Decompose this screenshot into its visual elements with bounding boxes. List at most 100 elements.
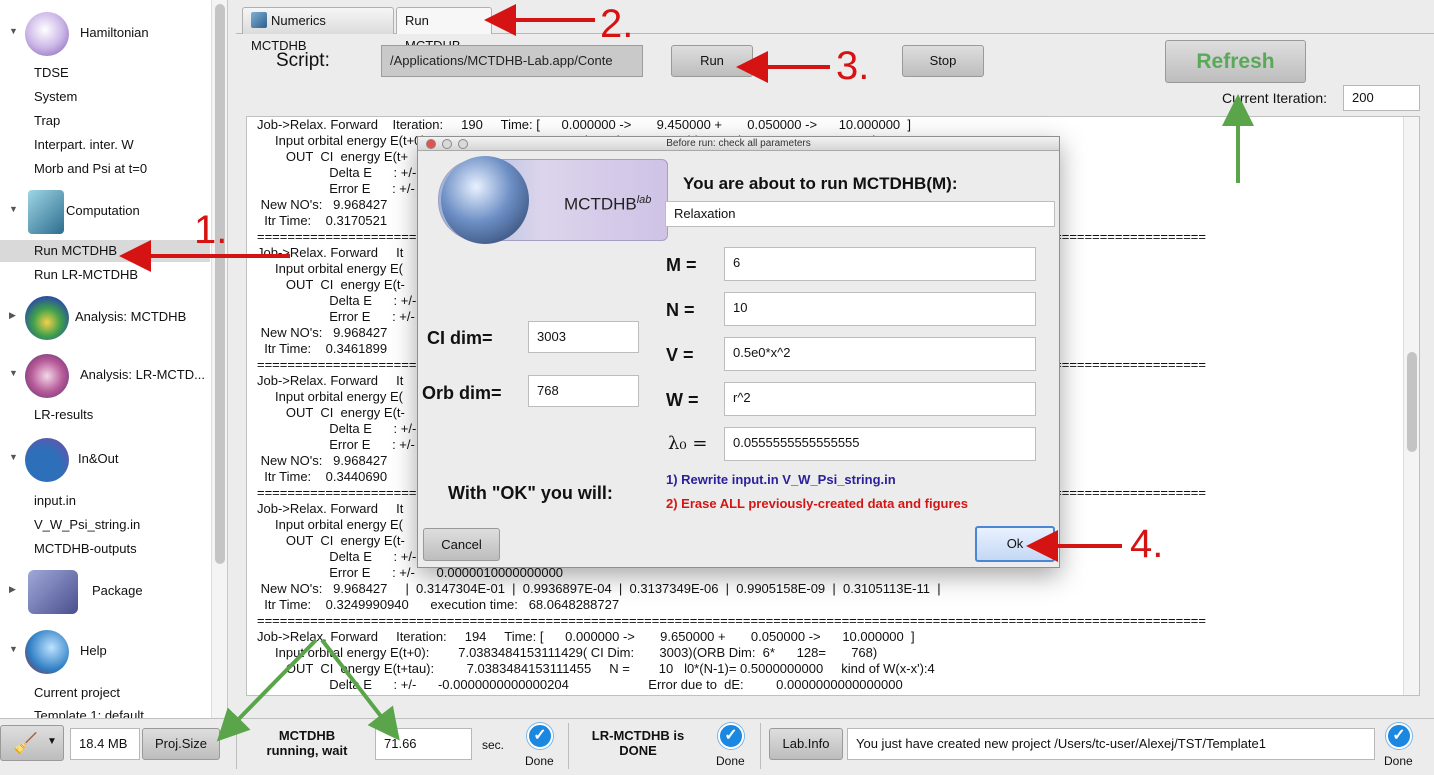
dialog-heading: You are about to run MCTDHB(M): <box>683 174 958 193</box>
collapse-triangle-icon[interactable]: ▶ <box>9 310 16 321</box>
tab-numerics-mctdhb[interactable]: Numerics MCTDHB <box>242 7 394 53</box>
log-line: New NO's: 9.968427 | 0.3147304E-01 | 0.9… <box>257 581 941 596</box>
sidebar-item-run-lr[interactable]: Run LR-MCTDHB <box>34 264 138 286</box>
with-ok-label: With "OK" you will: <box>448 483 613 503</box>
seconds-label: sec. <box>482 738 505 752</box>
scrollbar-thumb[interactable] <box>1407 352 1417 452</box>
tab-bar: Numerics MCTDHB Run MCTDHB <box>236 0 1434 53</box>
logo-globe-icon <box>441 156 529 244</box>
tab-run-mctdhb[interactable]: Run MCTDHB <box>396 7 492 53</box>
elapsed-time-field[interactable]: 71.66 <box>375 728 472 760</box>
broom-icon: 🧹 <box>13 733 38 755</box>
before-run-dialog: Before run: check all parameters MCTDHBl… <box>417 136 1060 568</box>
cancel-button[interactable]: Cancel <box>423 528 500 561</box>
sidebar-item-template[interactable]: Template 1: default <box>34 705 144 718</box>
ok-button[interactable]: Ok <box>975 526 1055 562</box>
message-field[interactable]: You just have created new project /Users… <box>847 728 1375 760</box>
divider <box>236 723 237 769</box>
log-scrollbar[interactable] <box>1403 117 1419 695</box>
sidebar-group-label: Analysis: LR-MCTD... <box>80 367 205 382</box>
expand-triangle-icon[interactable]: ▼ <box>9 644 18 654</box>
run-button[interactable]: Run <box>671 45 753 77</box>
analysis-icon <box>25 296 69 340</box>
sidebar-item-trap[interactable]: Trap <box>34 110 60 132</box>
sidebar-item-input-in[interactable]: input.in <box>34 490 76 512</box>
sidebar-tree: ▼ Hamiltonian TDSE System Trap Interpart… <box>0 0 228 718</box>
expand-triangle-icon[interactable]: ▼ <box>9 452 18 462</box>
orb-dim-field[interactable]: 768 <box>528 375 639 407</box>
refresh-button[interactable]: Refresh <box>1165 40 1306 83</box>
inout-icon <box>25 438 69 482</box>
lab-info-button[interactable]: Lab.Info <box>769 728 843 760</box>
current-iteration-label: Current Iteration: <box>1222 90 1328 106</box>
clean-menu-button[interactable]: 🧹 ▼ <box>0 725 64 761</box>
sidebar-item-system[interactable]: System <box>34 86 77 108</box>
orb-dim-label: Orb dim= <box>422 383 502 403</box>
log-line: OUT CI energy E(t+tau): 7.03834841531114… <box>257 661 935 676</box>
stop-button[interactable]: Stop <box>902 45 984 77</box>
sidebar-item-outputs[interactable]: MCTDHB-outputs <box>34 538 137 560</box>
computation-icon <box>28 190 64 234</box>
dialog-titlebar: Before run: check all parameters <box>418 137 1059 151</box>
done-label: Done <box>716 754 745 768</box>
dialog-title: Before run: check all parameters <box>666 138 811 149</box>
lr-status-label: LR-MCTDHB is DONE <box>591 728 685 758</box>
divider <box>568 723 569 769</box>
v-field[interactable]: 0.5e0*x^2 <box>724 337 1036 371</box>
sidebar-item-current-project[interactable]: Current project <box>34 682 120 704</box>
expand-triangle-icon[interactable]: ▼ <box>9 204 18 214</box>
sidebar-group-hamiltonian[interactable]: ▼ Hamiltonian <box>0 8 210 58</box>
collapse-triangle-icon[interactable]: ▶ <box>9 584 16 595</box>
sidebar-item-vw-psi[interactable]: V_W_Psi_string.in <box>34 514 140 536</box>
log-line: Input orbital energy E(t+0): 7.038348415… <box>257 645 878 660</box>
ci-dim-label: CI dim= <box>427 328 493 348</box>
ci-dim-field[interactable]: 3003 <box>528 321 639 353</box>
lambda-field[interactable]: 0.0555555555555555 <box>724 427 1036 461</box>
sidebar-item-run-mctdhb[interactable]: Run MCTDHB <box>0 240 210 262</box>
help-icon <box>25 630 69 674</box>
sidebar-item-lr-results[interactable]: LR-results <box>34 404 93 426</box>
erase-warning: 2) Erase ALL previously-created data and… <box>666 496 968 511</box>
script-label: Script: <box>276 50 330 71</box>
sidebar-item-interpart[interactable]: Interpart. inter. W <box>34 134 134 156</box>
log-line: Delta E : +/- -0.0000000000000204 Error … <box>257 677 903 692</box>
log-line: Job->Relax. Forward Iteration: 194 Time:… <box>257 629 915 644</box>
sidebar-scrollbar[interactable] <box>211 0 227 718</box>
log-line: ========================================… <box>257 613 1206 628</box>
app-window: ▼ Hamiltonian TDSE System Trap Interpart… <box>0 0 1434 775</box>
expand-triangle-icon[interactable]: ▼ <box>9 368 18 378</box>
w-field[interactable]: r^2 <box>724 382 1036 416</box>
numerics-icon <box>251 12 267 28</box>
w-label: W = <box>666 390 699 410</box>
sidebar-group-package[interactable]: ▶ Package <box>0 566 210 616</box>
annotation-2: 2. <box>600 2 634 46</box>
current-iteration-field[interactable]: 200 <box>1343 85 1420 111</box>
sidebar-group-inout[interactable]: ▼ In&Out <box>0 434 210 484</box>
sidebar-item-morb-psi[interactable]: Morb and Psi at t=0 <box>34 158 147 180</box>
lr-analysis-icon <box>25 354 69 398</box>
sidebar-group-help[interactable]: ▼ Help <box>0 626 210 676</box>
done-label: Done <box>525 754 554 768</box>
sidebar-group-label: Package <box>92 583 143 598</box>
lambda-label: λ₀ = <box>668 433 708 454</box>
m-field[interactable]: 6 <box>724 247 1036 281</box>
scrollbar-thumb[interactable] <box>215 4 225 564</box>
proj-size-button[interactable]: Proj.Size <box>142 728 220 760</box>
project-size-field[interactable]: 18.4 MB <box>70 728 140 760</box>
rewrite-note: 1) Rewrite input.in V_W_Psi_string.in <box>666 472 896 487</box>
sidebar-item-tdse[interactable]: TDSE <box>34 62 69 84</box>
sidebar-group-label: In&Out <box>78 451 119 466</box>
m-label: M = <box>666 255 697 275</box>
n-field[interactable]: 10 <box>724 292 1036 326</box>
sidebar-group-lr-analysis[interactable]: ▼ Analysis: LR-MCTD... <box>0 350 210 400</box>
sidebar-group-label: Hamiltonian <box>80 25 149 40</box>
script-path-field[interactable]: /Applications/MCTDHB-Lab.app/Conte <box>381 45 643 77</box>
status-bar: 🧹 ▼ 18.4 MB Proj.Size MCTDHB running, wa… <box>0 718 1434 775</box>
mode-field[interactable]: Relaxation <box>665 201 1055 227</box>
sidebar-group-computation[interactable]: ▼ Computation <box>0 186 210 236</box>
v-label: V = <box>666 345 694 365</box>
sidebar-group-label: Help <box>80 643 107 658</box>
done-check-icon: ✓ <box>718 723 744 749</box>
expand-triangle-icon[interactable]: ▼ <box>9 26 18 36</box>
sidebar-group-analysis[interactable]: ▶ Analysis: MCTDHB <box>0 292 210 342</box>
